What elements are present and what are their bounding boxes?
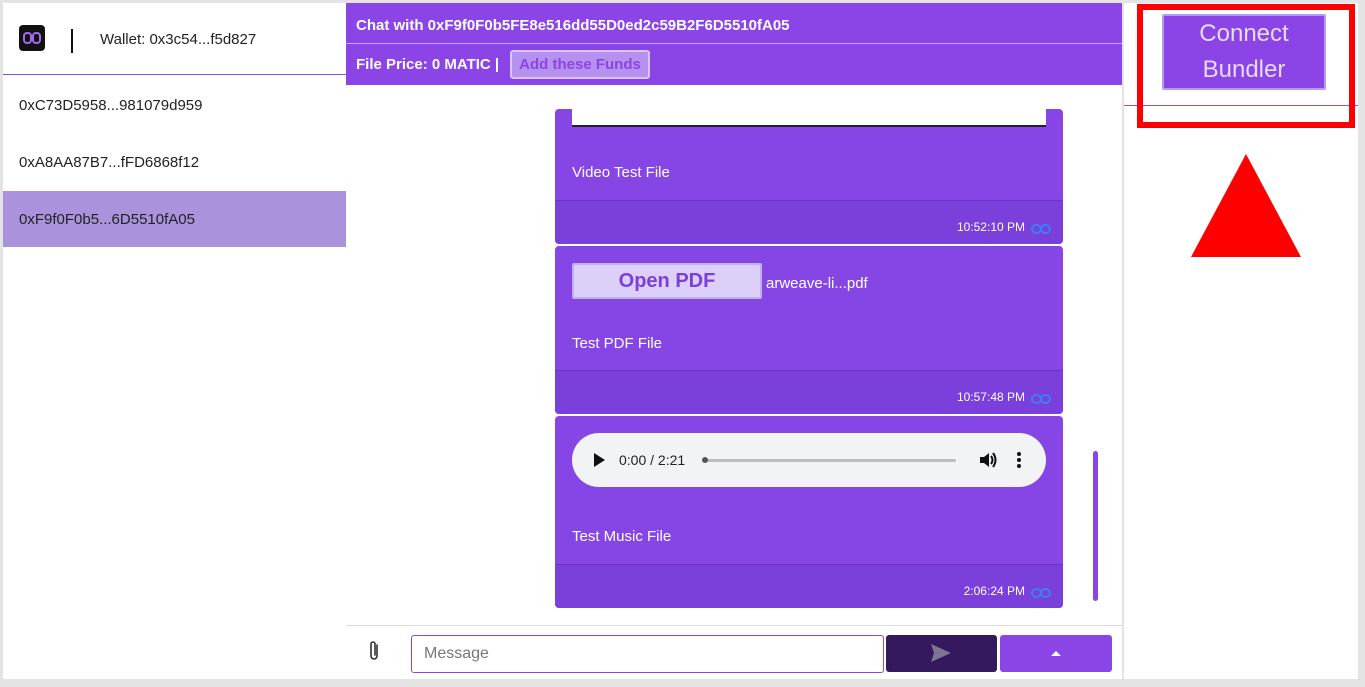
message-time: 10:57:48 PM	[956, 390, 1025, 404]
message-footer: 10:52:10 PM	[555, 200, 1063, 244]
message-caption: Test PDF File	[572, 335, 663, 352]
message-list[interactable]: Video Test File 10:52:10 PM Open PDF arw…	[346, 85, 1122, 625]
add-funds-button[interactable]: Add these Funds	[510, 50, 650, 79]
contact-item[interactable]: 0xC73D5958...981079d959	[3, 77, 346, 133]
header-divider	[346, 43, 1122, 44]
pdf-file-name: arweave-li...pdf	[766, 275, 868, 292]
contact-item[interactable]: 0xA8AA87B7...fFD6868f12	[3, 134, 346, 190]
header-divider	[71, 29, 73, 53]
audio-progress-track[interactable]	[702, 459, 956, 462]
video-player[interactable]	[572, 109, 1046, 127]
message-video: Video Test File 10:52:10 PM	[555, 109, 1063, 244]
more-options-icon[interactable]	[1016, 451, 1022, 469]
connect-label-line1: Connect	[1199, 20, 1289, 47]
contact-address: 0xF9f0F0b5...6D5510fA05	[19, 210, 195, 228]
paperclip-icon[interactable]	[366, 639, 382, 663]
right-panel-header: Connect Bundler	[1124, 3, 1358, 106]
send-icon	[931, 644, 951, 662]
play-icon[interactable]	[594, 453, 605, 467]
volume-icon[interactable]	[978, 451, 998, 469]
file-price: File Price: 0 MATIC |	[356, 56, 500, 73]
message-footer: 10:57:48 PM	[555, 370, 1063, 414]
message-footer: 2:06:24 PM	[555, 564, 1063, 608]
message-time: 10:52:10 PM	[956, 220, 1025, 234]
wallet-address: Wallet: 0x3c54...f5d827	[100, 31, 257, 48]
contact-address: 0xC73D5958...981079d959	[19, 96, 203, 114]
audio-progress-thumb[interactable]	[702, 457, 708, 463]
connect-bundler-button[interactable]: Connect Bundler	[1162, 14, 1326, 90]
annotation-arrow-icon	[1191, 154, 1301, 257]
app-window: Wallet: 0x3c54...f5d827 0xC73D5958...981…	[3, 3, 1358, 679]
message-pdf: Open PDF arweave-li...pdf Test PDF File …	[555, 246, 1063, 414]
sidebar-header: Wallet: 0x3c54...f5d827	[3, 3, 346, 75]
chat-title: Chat with 0xF9f0F0b5FE8e516dd55D0ed2c59B…	[356, 17, 790, 34]
expand-button[interactable]	[1000, 635, 1112, 672]
logo-icon	[23, 32, 41, 44]
message-composer	[346, 625, 1122, 679]
send-button[interactable]	[886, 635, 997, 672]
open-pdf-button[interactable]: Open PDF	[572, 263, 762, 299]
message-audio: 0:00 / 2:21 Test Music File 2:06:24 PM	[555, 416, 1063, 608]
app-logo	[19, 25, 45, 51]
chat-header: Chat with 0xF9f0F0b5FE8e516dd55D0ed2c59B…	[346, 3, 1122, 85]
message-caption: Video Test File	[572, 164, 670, 181]
link-icon[interactable]	[1031, 393, 1051, 405]
audio-time: 0:00 / 2:21	[619, 452, 686, 468]
message-caption: Test Music File	[572, 528, 672, 545]
message-scrollbar[interactable]	[1093, 451, 1098, 601]
sidebar: Wallet: 0x3c54...f5d827 0xC73D5958...981…	[3, 3, 346, 679]
message-input[interactable]	[411, 635, 884, 673]
chat-panel: Chat with 0xF9f0F0b5FE8e516dd55D0ed2c59B…	[346, 3, 1122, 679]
right-panel: Connect Bundler	[1122, 3, 1358, 679]
contact-item-active[interactable]: 0xF9f0F0b5...6D5510fA05	[3, 191, 346, 247]
caret-up-icon	[1051, 651, 1061, 656]
audio-player: 0:00 / 2:21	[572, 433, 1046, 487]
connect-label-line2: Bundler	[1202, 56, 1286, 83]
link-icon[interactable]	[1031, 587, 1051, 599]
link-icon[interactable]	[1031, 223, 1051, 235]
contact-address: 0xA8AA87B7...fFD6868f12	[19, 153, 200, 171]
message-time: 2:06:24 PM	[963, 584, 1025, 598]
